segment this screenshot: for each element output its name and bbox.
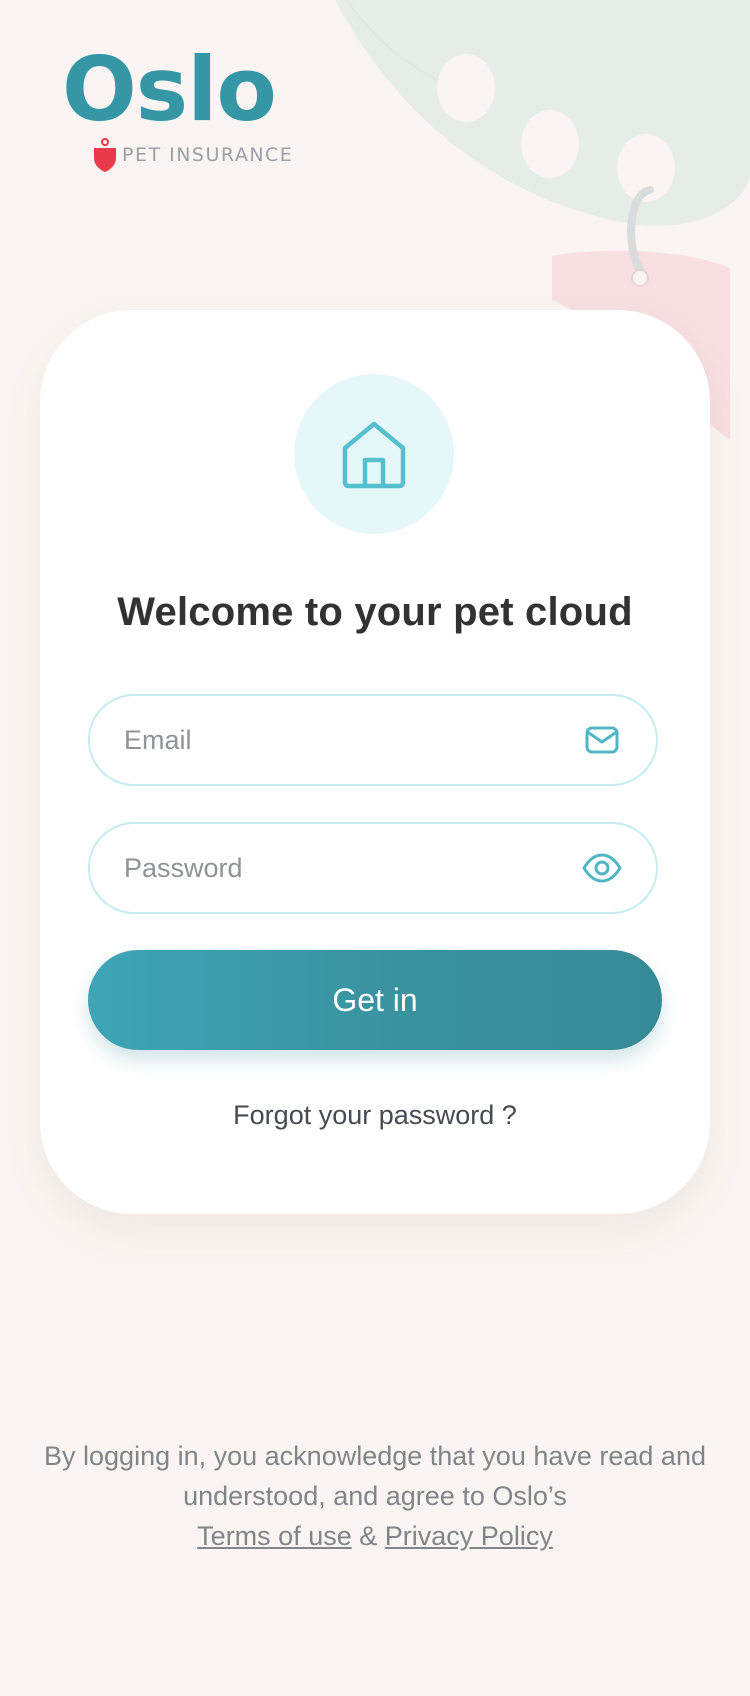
logo-wordmark: Oslo — [62, 38, 277, 141]
legal-text: By logging in, you acknowledge that you … — [44, 1441, 706, 1511]
eye-icon[interactable] — [582, 850, 622, 886]
email-input[interactable] — [124, 696, 564, 784]
login-card: Welcome to your pet cloud Get in Forgot … — [40, 310, 710, 1214]
home-icon-circle — [294, 374, 454, 534]
legal-notice: By logging in, you acknowledge that you … — [40, 1436, 710, 1556]
forgot-password-link[interactable]: Forgot your password ? — [40, 1100, 710, 1131]
get-in-button[interactable]: Get in — [88, 950, 662, 1050]
welcome-title: Welcome to your pet cloud — [117, 590, 633, 634]
password-input[interactable] — [124, 824, 564, 912]
home-icon — [342, 421, 406, 489]
mail-icon — [582, 722, 622, 758]
logo-tagline: PET INSURANCE — [122, 144, 294, 166]
tag-badge-icon — [94, 138, 116, 172]
password-field[interactable] — [88, 822, 658, 914]
legal-separator: & — [359, 1521, 378, 1551]
privacy-policy-link[interactable]: Privacy Policy — [385, 1521, 553, 1551]
terms-of-use-link[interactable]: Terms of use — [197, 1521, 352, 1551]
email-field[interactable] — [88, 694, 658, 786]
oslo-logo: Oslo PET INSURANCE — [62, 46, 312, 172]
